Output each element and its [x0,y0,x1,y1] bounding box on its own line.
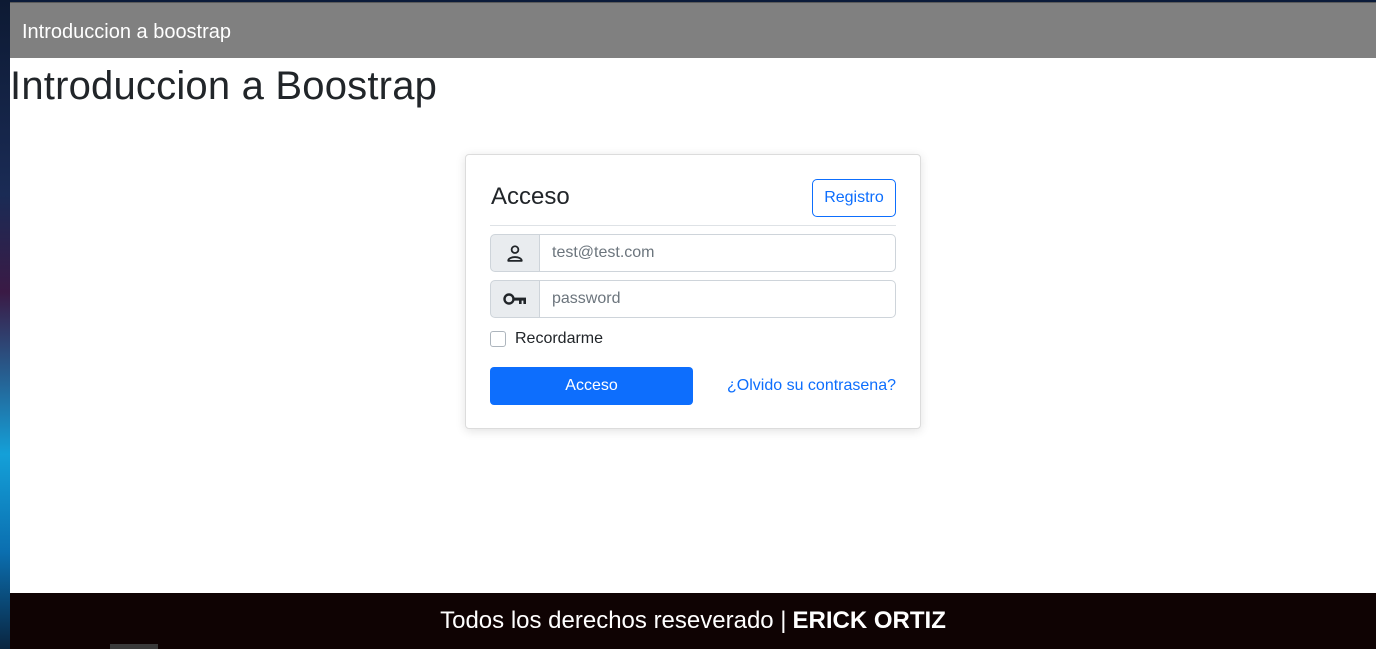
footer-author: ERICK ORTIZ [792,607,946,634]
login-title: Acceso [491,183,570,210]
footer-text: Todos los derechos reseverado | [440,607,787,634]
password-field[interactable] [540,280,896,318]
register-button[interactable]: Registro [812,179,896,217]
email-input-group [490,234,896,272]
user-icon [490,234,540,272]
forgot-password-link[interactable]: ¿Olvido su contrasena? [727,377,896,395]
remember-label[interactable]: Recordarme [515,330,603,348]
password-input-group [490,280,896,318]
remember-row: Recordarme [490,330,603,348]
key-icon [490,280,540,318]
email-field[interactable] [540,234,896,272]
desktop-wallpaper [0,0,10,649]
browser-page: Introduccion a boostrap Introduccion a B… [10,2,1376,649]
remember-checkbox[interactable] [490,331,506,347]
login-submit-button[interactable]: Acceso [490,367,693,405]
taskbar-fragment [110,644,158,649]
navbar: Introduccion a boostrap [10,2,1376,58]
login-card: Acceso Registro test@test.com Recordarme… [465,154,921,429]
navbar-brand[interactable]: Introduccion a boostrap [22,21,231,44]
card-divider [490,225,896,226]
footer: Todos los derechos reseverado | ERICK OR… [10,593,1376,649]
page-title: Introduccion a Boostrap [10,64,438,108]
